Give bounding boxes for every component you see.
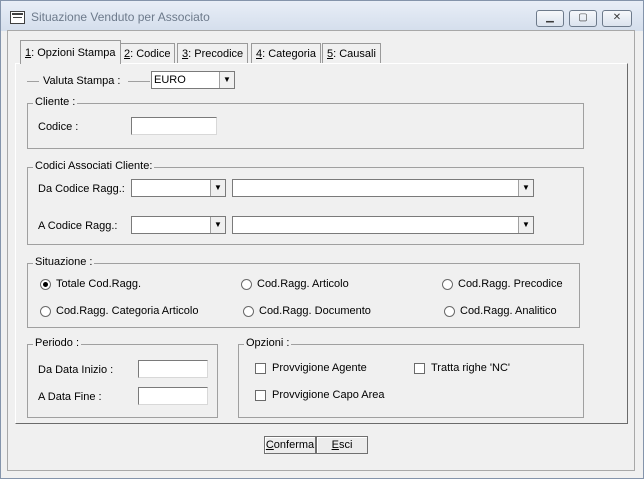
separator-line [128,81,150,82]
radio-cod-ragg-analitico[interactable] [444,306,455,317]
opzioni-group [238,344,584,418]
radio-cod-ragg-precodice[interactable] [442,279,453,290]
chevron-down-icon[interactable]: ▼ [210,180,225,196]
da-data-inizio-label: Da Data Inizio : [38,364,114,376]
chevron-down-icon[interactable]: ▼ [219,72,234,88]
a-data-fine-input[interactable] [138,387,208,405]
radio-cod-ragg-documento-label[interactable]: Cod.Ragg. Documento [259,305,371,317]
radio-cod-ragg-articolo[interactable] [241,279,252,290]
provvigione-capo-area-label[interactable]: Provvigione Capo Area [272,389,385,401]
codici-associati-group-label: Codici Associati Cliente: [33,160,155,172]
cliente-group [27,103,584,149]
radio-cod-ragg-documento[interactable] [243,306,254,317]
a-codice-ragg-descrizione-select[interactable]: ▼ [232,216,534,234]
chevron-down-icon[interactable]: ▼ [518,180,533,196]
da-codice-ragg-select[interactable]: ▼ [131,179,226,197]
radio-cod-ragg-categoria-articolo[interactable] [40,306,51,317]
radio-cod-ragg-articolo-label[interactable]: Cod.Ragg. Articolo [257,278,349,290]
valuta-stampa-value: EURO [154,74,186,86]
da-codice-ragg-descrizione-select[interactable]: ▼ [232,179,534,197]
conferma-button[interactable]: Conferma [264,436,316,454]
radio-totale-cod-ragg[interactable] [40,279,51,290]
tratta-righe-nc-checkbox[interactable] [414,363,425,374]
opzioni-group-label: Opzioni : [244,337,292,349]
provvigione-capo-area-checkbox[interactable] [255,390,266,401]
chevron-down-icon[interactable]: ▼ [210,217,225,233]
a-codice-ragg-label: A Codice Ragg.: [38,220,118,232]
codice-cliente-input[interactable] [131,117,217,135]
radio-cod-ragg-precodice-label[interactable]: Cod.Ragg. Precodice [458,278,563,290]
radio-cod-ragg-categoria-articolo-label[interactable]: Cod.Ragg. Categoria Articolo [56,305,198,317]
codice-label: Codice : [38,121,79,133]
provvigione-agente-checkbox[interactable] [255,363,266,374]
tratta-righe-nc-label[interactable]: Tratta righe 'NC' [431,362,510,374]
a-data-fine-label: A Data Fine : [38,391,102,403]
valuta-stampa-select[interactable]: EURO ▼ [151,71,235,89]
chevron-down-icon[interactable]: ▼ [518,217,533,233]
da-data-inizio-input[interactable] [138,360,208,378]
a-codice-ragg-select[interactable]: ▼ [131,216,226,234]
esci-button[interactable]: Esci [316,436,368,454]
situazione-group-label: Situazione : [33,256,95,268]
periodo-group [27,344,218,418]
provvigione-agente-label[interactable]: Provvigione Agente [272,362,367,374]
periodo-group-label: Periodo : [33,337,82,349]
cliente-group-label: Cliente : [33,96,78,108]
radio-totale-cod-ragg-label[interactable]: Totale Cod.Ragg. [56,278,141,290]
situazione-group [27,263,580,328]
radio-cod-ragg-analitico-label[interactable]: Cod.Ragg. Analitico [460,305,557,317]
valuta-stampa-label: Valuta Stampa : [43,75,121,87]
da-codice-ragg-label: Da Codice Ragg.: [38,183,125,195]
separator-line [27,81,39,82]
